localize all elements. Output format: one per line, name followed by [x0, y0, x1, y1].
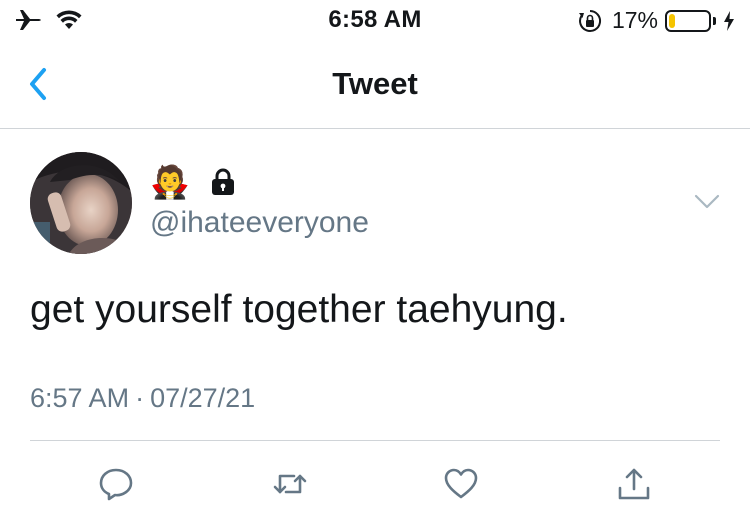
nav-bar: Tweet [0, 40, 750, 129]
share-icon [618, 468, 650, 500]
tweet-text: get yourself together taehyung. [30, 288, 568, 331]
status-bar: 6:58 AM 17% [0, 0, 750, 40]
battery-icon [665, 9, 711, 32]
battery-percent: 17% [611, 7, 658, 33]
chevron-down-icon [694, 194, 720, 209]
retweet-icon [273, 474, 307, 494]
charging-bolt-icon [724, 10, 734, 31]
avatar[interactable] [30, 152, 132, 254]
page-title: Tweet [332, 66, 418, 101]
display-name-row: 🧛 [150, 160, 236, 204]
lock-icon [211, 168, 234, 195]
retweet-button[interactable] [270, 462, 310, 506]
tweet-time: 6:57 AM [30, 383, 130, 413]
battery-cap [713, 16, 716, 25]
reply-button[interactable] [96, 462, 136, 506]
tweet-date: 07/27/21 [150, 383, 256, 413]
tweet-timestamp[interactable]: 6:57 AM · 07/27/21 [30, 383, 255, 414]
tweet-menu-button[interactable] [694, 190, 720, 214]
reply-icon [99, 468, 133, 501]
display-name: 🧛 [150, 163, 190, 201]
meta-separator: · [135, 383, 145, 413]
rotation-lock-icon [578, 9, 601, 32]
avatar-image [30, 152, 132, 254]
share-button[interactable] [614, 462, 654, 506]
like-button[interactable] [441, 462, 481, 506]
divider [30, 440, 720, 441]
status-right: 17% [578, 7, 736, 34]
user-handle[interactable]: @ihateeveryone [150, 206, 369, 240]
heart-icon [444, 468, 478, 499]
tweet-actions [0, 462, 750, 506]
battery-level [669, 13, 676, 28]
